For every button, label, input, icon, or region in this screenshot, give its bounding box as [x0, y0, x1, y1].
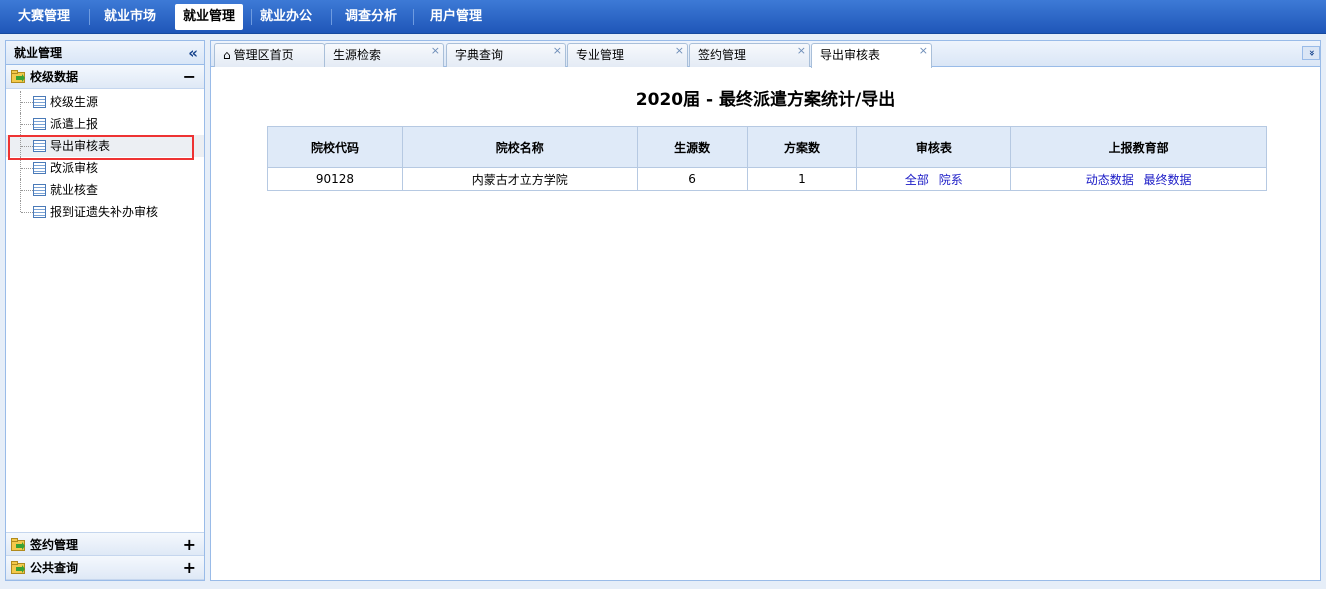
table-icon [33, 162, 46, 174]
tab-label: 专业管理 [576, 48, 625, 62]
nav-item-employment-mgmt[interactable]: 就业管理 [175, 4, 244, 30]
tree-item-label: 就业核查 [50, 183, 99, 197]
folder-icon [11, 70, 25, 83]
cell-review-links: 全部 院系 [856, 167, 1012, 191]
cell-name: 内蒙古才立方学院 [401, 167, 638, 191]
close-icon[interactable]: × [797, 40, 806, 62]
column-header: 院校代码 [267, 126, 403, 168]
sidebar-header: 就业管理 « [6, 41, 204, 65]
table-header-row: 院校代码 院校名称 生源数 方案数 审核表 上报教育部 [267, 126, 1267, 168]
link-all[interactable]: 全部 [905, 173, 929, 187]
close-icon[interactable]: × [675, 40, 684, 62]
home-icon: ⌂ [223, 48, 231, 62]
tree-item-school-source[interactable]: 校级生源 [6, 91, 204, 113]
tree-item-label: 报到证遗失补办审核 [50, 205, 159, 219]
accordion-bottom: 签约管理 + 公共查询 + [6, 532, 204, 580]
column-header: 院校名称 [401, 126, 638, 168]
cell-code: 90128 [267, 167, 403, 191]
nav-item-contest[interactable]: 大赛管理 [10, 4, 78, 30]
stats-table: 院校代码 院校名称 生源数 方案数 审核表 上报教育部 90128 内蒙古才立方… [267, 126, 1267, 191]
tree-item-label: 派遣上报 [50, 117, 99, 131]
nav-separator [413, 9, 414, 25]
tab-label: 签约管理 [698, 48, 747, 62]
nav-separator [89, 9, 90, 25]
close-icon[interactable]: × [919, 40, 928, 62]
sidebar-title: 就业管理 [14, 46, 63, 60]
tree-item-redispatch-review[interactable]: 改派审核 [6, 157, 204, 179]
table-icon [33, 206, 46, 218]
nav-separator [331, 9, 332, 25]
cell-student-count: 6 [636, 167, 748, 191]
folder-icon [11, 538, 25, 551]
tab-label: 管理区首页 [233, 48, 294, 62]
selection-highlight [8, 135, 194, 160]
tab-export-review[interactable]: 导出审核表 × [811, 43, 932, 68]
sidebar: 就业管理 « 校级数据 − 校级生源 派遣上报 导出审核表 改派审核 就业核查 … [5, 40, 205, 581]
accordion-label: 公共查询 [30, 561, 79, 575]
accordion-label: 签约管理 [30, 538, 79, 552]
tree-item-dispatch-report[interactable]: 派遣上报 [6, 113, 204, 135]
table-icon [33, 96, 46, 108]
double-chevron-left-icon[interactable]: « [188, 41, 198, 65]
tab-scroll-icon[interactable]: » [1302, 46, 1320, 60]
cell-report-links: 动态数据 最终数据 [1010, 167, 1267, 191]
accordion-public-query[interactable]: 公共查询 + [6, 556, 204, 580]
tab-home[interactable]: ⌂ 管理区首页 [214, 43, 325, 67]
collapse-toggle-icon[interactable]: − [183, 65, 196, 89]
table-icon [33, 118, 46, 130]
close-icon[interactable]: × [553, 40, 562, 62]
table-icon [33, 184, 46, 196]
nav-item-survey[interactable]: 调查分析 [337, 4, 405, 30]
tab-strip: ⌂ 管理区首页 生源检索 × 字典查询 × 专业管理 × 签约管理 × 导出审核表… [211, 41, 1320, 68]
link-final-data[interactable]: 最终数据 [1144, 173, 1192, 187]
column-header: 生源数 [636, 126, 748, 168]
main-panel: ⌂ 管理区首页 生源检索 × 字典查询 × 专业管理 × 签约管理 × 导出审核表… [210, 40, 1321, 581]
expand-toggle-icon[interactable]: + [183, 556, 196, 580]
top-nav: 大赛管理 就业市场 就业管理 就业办公 调查分析 用户管理 [0, 0, 1326, 34]
table-row: 90128 内蒙古才立方学院 6 1 全部 院系 动态数据 最终数据 [267, 167, 1267, 191]
close-icon[interactable]: × [431, 40, 440, 62]
tree-item-certificate-reissue[interactable]: 报到证遗失补办审核 [6, 201, 204, 223]
tab-label: 字典查询 [455, 48, 504, 62]
tab-signing-mgmt[interactable]: 签约管理 × [689, 43, 810, 67]
nav-item-users[interactable]: 用户管理 [422, 4, 490, 30]
page-title: 2020届 - 最终派遣方案统计/导出 [635, 90, 896, 110]
column-header: 审核表 [856, 126, 1012, 168]
tree-item-employment-check[interactable]: 就业核查 [6, 179, 204, 201]
column-header: 方案数 [746, 126, 858, 168]
cell-plan-count: 1 [746, 167, 858, 191]
nav-item-market[interactable]: 就业市场 [96, 4, 164, 30]
tab-label: 生源检索 [333, 48, 382, 62]
tab-source-search[interactable]: 生源检索 × [324, 43, 444, 67]
accordion-signing[interactable]: 签约管理 + [6, 532, 204, 556]
accordion-school-data[interactable]: 校级数据 − [6, 65, 204, 89]
expand-toggle-icon[interactable]: + [183, 533, 196, 557]
accordion-label: 校级数据 [30, 70, 79, 84]
link-department[interactable]: 院系 [939, 173, 963, 187]
tab-label: 导出审核表 [820, 48, 881, 62]
link-dynamic-data[interactable]: 动态数据 [1086, 173, 1134, 187]
tab-dictionary[interactable]: 字典查询 × [446, 43, 566, 67]
folder-icon [11, 561, 25, 574]
tree-item-label: 改派审核 [50, 161, 99, 175]
nav-item-office[interactable]: 就业办公 [252, 4, 320, 30]
tab-content: 2020届 - 最终派遣方案统计/导出 院校代码 院校名称 生源数 方案数 审核… [211, 68, 1320, 580]
column-header: 上报教育部 [1010, 126, 1267, 168]
tab-major-mgmt[interactable]: 专业管理 × [567, 43, 688, 67]
tree-item-label: 校级生源 [50, 95, 99, 109]
